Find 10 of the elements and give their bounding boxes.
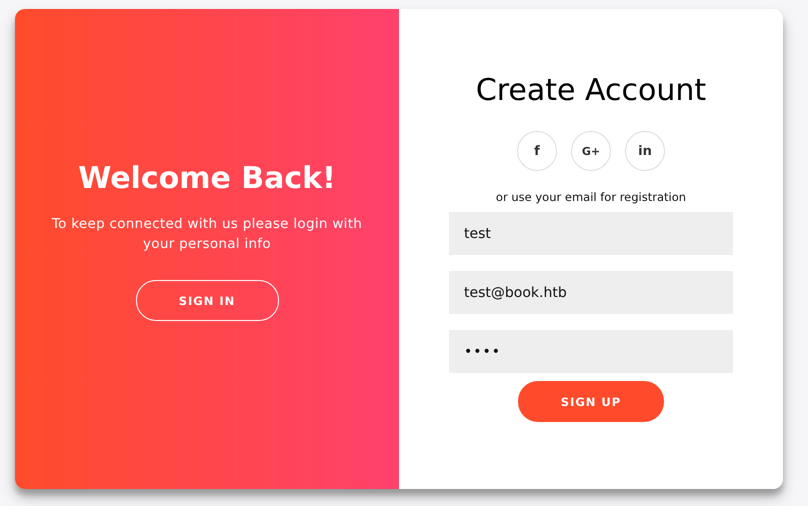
- password-field[interactable]: ••••: [449, 330, 733, 373]
- welcome-title: Welcome Back!: [78, 161, 336, 196]
- registration-hint: or use your email for registration: [496, 190, 686, 204]
- email-field[interactable]: test@book.htb: [449, 271, 733, 314]
- linkedin-button[interactable]: in: [625, 131, 665, 171]
- facebook-button[interactable]: f: [517, 131, 557, 171]
- name-field[interactable]: test: [449, 212, 733, 255]
- welcome-text: To keep connected with us please login with your personal info: [50, 215, 364, 254]
- form-title: Create Account: [476, 72, 706, 110]
- google-plus-button[interactable]: G+: [571, 131, 611, 171]
